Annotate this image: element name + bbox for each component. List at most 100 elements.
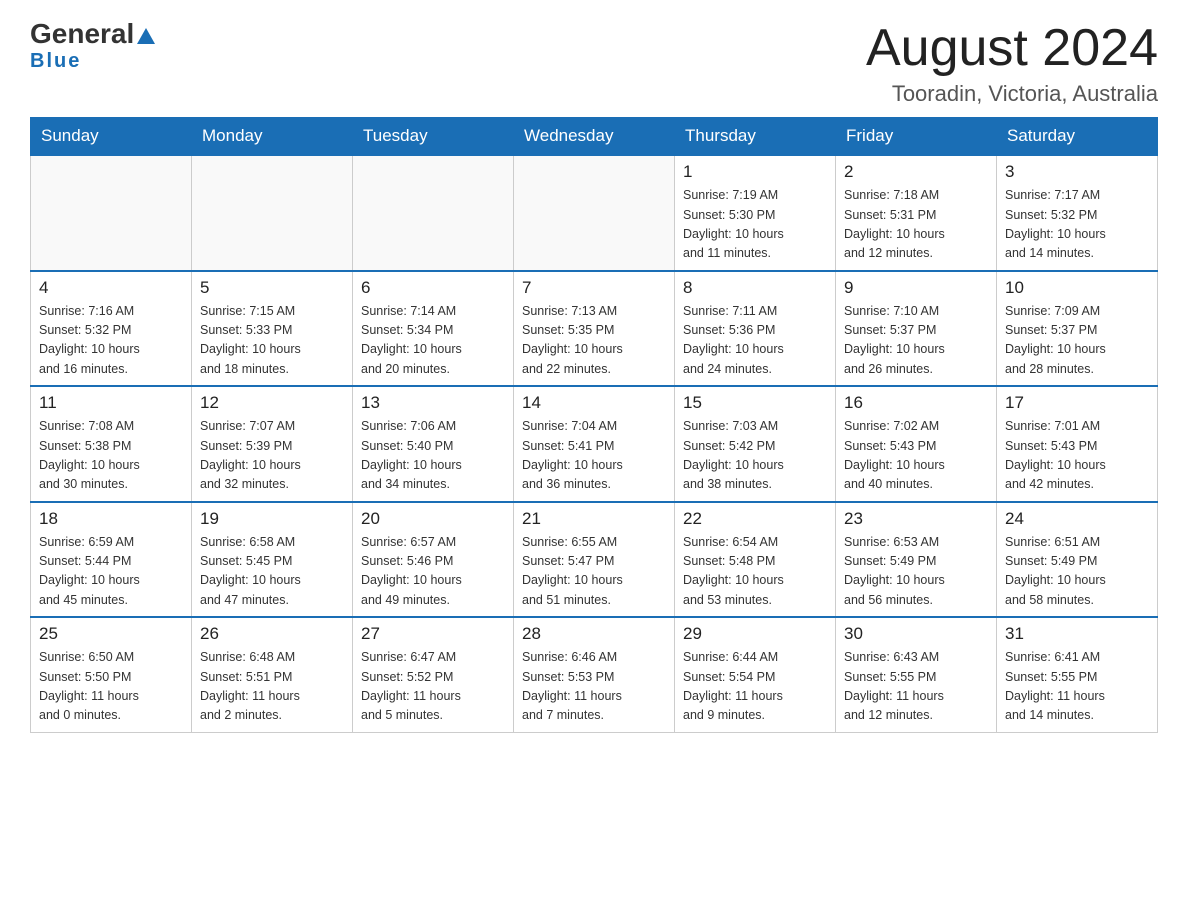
day-info: Sunrise: 7:01 AM Sunset: 5:43 PM Dayligh… [1005,417,1149,495]
day-info: Sunrise: 7:16 AM Sunset: 5:32 PM Dayligh… [39,302,183,380]
logo-text: General [30,20,155,48]
day-number: 24 [1005,509,1149,529]
day-info: Sunrise: 7:06 AM Sunset: 5:40 PM Dayligh… [361,417,505,495]
weekday-header-monday: Monday [192,118,353,156]
week-row-1: 1 Sunrise: 7:19 AM Sunset: 5:30 PM Daylig… [31,155,1158,271]
day-info: Sunrise: 6:48 AM Sunset: 5:51 PM Dayligh… [200,648,344,726]
calendar-cell: 22 Sunrise: 6:54 AM Sunset: 5:48 PM Dayli… [675,502,836,618]
day-number: 7 [522,278,666,298]
day-info: Sunrise: 6:43 AM Sunset: 5:55 PM Dayligh… [844,648,988,726]
weekday-header-row: SundayMondayTuesdayWednesdayThursdayFrid… [31,118,1158,156]
day-number: 21 [522,509,666,529]
calendar-cell [353,155,514,271]
day-info: Sunrise: 6:55 AM Sunset: 5:47 PM Dayligh… [522,533,666,611]
calendar-cell: 16Sunrise: 7:02 AM Sunset: 5:43 PM Dayli… [836,386,997,502]
day-number: 29 [683,624,827,644]
day-number: 17 [1005,393,1149,413]
day-info: Sunrise: 7:13 AM Sunset: 5:35 PM Dayligh… [522,302,666,380]
week-row-3: 11Sunrise: 7:08 AM Sunset: 5:38 PM Dayli… [31,386,1158,502]
calendar-cell: 18 Sunrise: 6:59 AM Sunset: 5:44 PM Dayli… [31,502,192,618]
weekday-header-friday: Friday [836,118,997,156]
day-info: Sunrise: 6:50 AM Sunset: 5:50 PM Dayligh… [39,648,183,726]
calendar-cell: 3 Sunrise: 7:17 AM Sunset: 5:32 PM Daylig… [997,155,1158,271]
day-number: 20 [361,509,505,529]
day-number: 10 [1005,278,1149,298]
day-info: Sunrise: 7:09 AM Sunset: 5:37 PM Dayligh… [1005,302,1149,380]
calendar-title-area: August 2024 Tooradin, Victoria, Australi… [866,20,1158,107]
page-header: General Blue August 2024 Tooradin, Victo… [30,20,1158,107]
day-info: Sunrise: 7:08 AM Sunset: 5:38 PM Dayligh… [39,417,183,495]
day-number: 28 [522,624,666,644]
day-number: 23 [844,509,988,529]
day-info: Sunrise: 6:46 AM Sunset: 5:53 PM Dayligh… [522,648,666,726]
day-info: Sunrise: 6:57 AM Sunset: 5:46 PM Dayligh… [361,533,505,611]
calendar-cell: 28 Sunrise: 6:46 AM Sunset: 5:53 PM Dayli… [514,617,675,732]
calendar-cell: 25 Sunrise: 6:50 AM Sunset: 5:50 PM Dayli… [31,617,192,732]
day-number: 13 [361,393,505,413]
day-info: Sunrise: 7:17 AM Sunset: 5:32 PM Dayligh… [1005,186,1149,264]
logo: General Blue [30,20,155,73]
weekday-header-sunday: Sunday [31,118,192,156]
calendar-cell: 17 Sunrise: 7:01 AM Sunset: 5:43 PM Dayli… [997,386,1158,502]
day-info: Sunrise: 7:19 AM Sunset: 5:30 PM Dayligh… [683,186,827,264]
day-number: 19 [200,509,344,529]
weekday-header-tuesday: Tuesday [353,118,514,156]
day-number: 25 [39,624,183,644]
calendar-cell: 6 Sunrise: 7:14 AM Sunset: 5:34 PM Daylig… [353,271,514,387]
day-info: Sunrise: 6:53 AM Sunset: 5:49 PM Dayligh… [844,533,988,611]
day-info: Sunrise: 6:47 AM Sunset: 5:52 PM Dayligh… [361,648,505,726]
calendar-table: SundayMondayTuesdayWednesdayThursdayFrid… [30,117,1158,733]
week-row-4: 18 Sunrise: 6:59 AM Sunset: 5:44 PM Dayli… [31,502,1158,618]
calendar-cell: 10 Sunrise: 7:09 AM Sunset: 5:37 PM Dayli… [997,271,1158,387]
day-number: 2 [844,162,988,182]
day-info: Sunrise: 7:10 AM Sunset: 5:37 PM Dayligh… [844,302,988,380]
calendar-cell: 29 Sunrise: 6:44 AM Sunset: 5:54 PM Dayli… [675,617,836,732]
day-number: 15 [683,393,827,413]
calendar-cell: 1 Sunrise: 7:19 AM Sunset: 5:30 PM Daylig… [675,155,836,271]
calendar-cell: 15 Sunrise: 7:03 AM Sunset: 5:42 PM Dayli… [675,386,836,502]
day-number: 5 [200,278,344,298]
day-number: 14 [522,393,666,413]
weekday-header-wednesday: Wednesday [514,118,675,156]
calendar-cell: 30Sunrise: 6:43 AM Sunset: 5:55 PM Dayli… [836,617,997,732]
calendar-cell: 4 Sunrise: 7:16 AM Sunset: 5:32 PM Daylig… [31,271,192,387]
day-number: 6 [361,278,505,298]
day-info: Sunrise: 6:59 AM Sunset: 5:44 PM Dayligh… [39,533,183,611]
day-info: Sunrise: 7:14 AM Sunset: 5:34 PM Dayligh… [361,302,505,380]
logo-blue: Blue [30,50,81,73]
calendar-cell: 24 Sunrise: 6:51 AM Sunset: 5:49 PM Dayli… [997,502,1158,618]
day-number: 18 [39,509,183,529]
calendar-cell: 11Sunrise: 7:08 AM Sunset: 5:38 PM Dayli… [31,386,192,502]
day-info: Sunrise: 6:58 AM Sunset: 5:45 PM Dayligh… [200,533,344,611]
day-number: 16 [844,393,988,413]
day-number: 22 [683,509,827,529]
day-number: 4 [39,278,183,298]
calendar-cell: 7 Sunrise: 7:13 AM Sunset: 5:35 PM Daylig… [514,271,675,387]
calendar-cell: 12 Sunrise: 7:07 AM Sunset: 5:39 PM Dayli… [192,386,353,502]
calendar-cell [31,155,192,271]
day-info: Sunrise: 7:18 AM Sunset: 5:31 PM Dayligh… [844,186,988,264]
weekday-header-thursday: Thursday [675,118,836,156]
calendar-cell: 19 Sunrise: 6:58 AM Sunset: 5:45 PM Dayli… [192,502,353,618]
calendar-cell: 5 Sunrise: 7:15 AM Sunset: 5:33 PM Daylig… [192,271,353,387]
calendar-cell: 27 Sunrise: 6:47 AM Sunset: 5:52 PM Dayli… [353,617,514,732]
day-info: Sunrise: 7:07 AM Sunset: 5:39 PM Dayligh… [200,417,344,495]
day-number: 3 [1005,162,1149,182]
location-title: Tooradin, Victoria, Australia [866,81,1158,107]
day-number: 12 [200,393,344,413]
day-number: 27 [361,624,505,644]
week-row-5: 25 Sunrise: 6:50 AM Sunset: 5:50 PM Dayli… [31,617,1158,732]
day-number: 1 [683,162,827,182]
calendar-cell: 14Sunrise: 7:04 AM Sunset: 5:41 PM Dayli… [514,386,675,502]
day-info: Sunrise: 6:44 AM Sunset: 5:54 PM Dayligh… [683,648,827,726]
day-info: Sunrise: 7:03 AM Sunset: 5:42 PM Dayligh… [683,417,827,495]
day-info: Sunrise: 6:51 AM Sunset: 5:49 PM Dayligh… [1005,533,1149,611]
day-info: Sunrise: 6:41 AM Sunset: 5:55 PM Dayligh… [1005,648,1149,726]
day-info: Sunrise: 7:15 AM Sunset: 5:33 PM Dayligh… [200,302,344,380]
calendar-cell: 23 Sunrise: 6:53 AM Sunset: 5:49 PM Dayli… [836,502,997,618]
day-info: Sunrise: 6:54 AM Sunset: 5:48 PM Dayligh… [683,533,827,611]
day-number: 8 [683,278,827,298]
calendar-cell [192,155,353,271]
month-title: August 2024 [866,20,1158,77]
weekday-header-saturday: Saturday [997,118,1158,156]
